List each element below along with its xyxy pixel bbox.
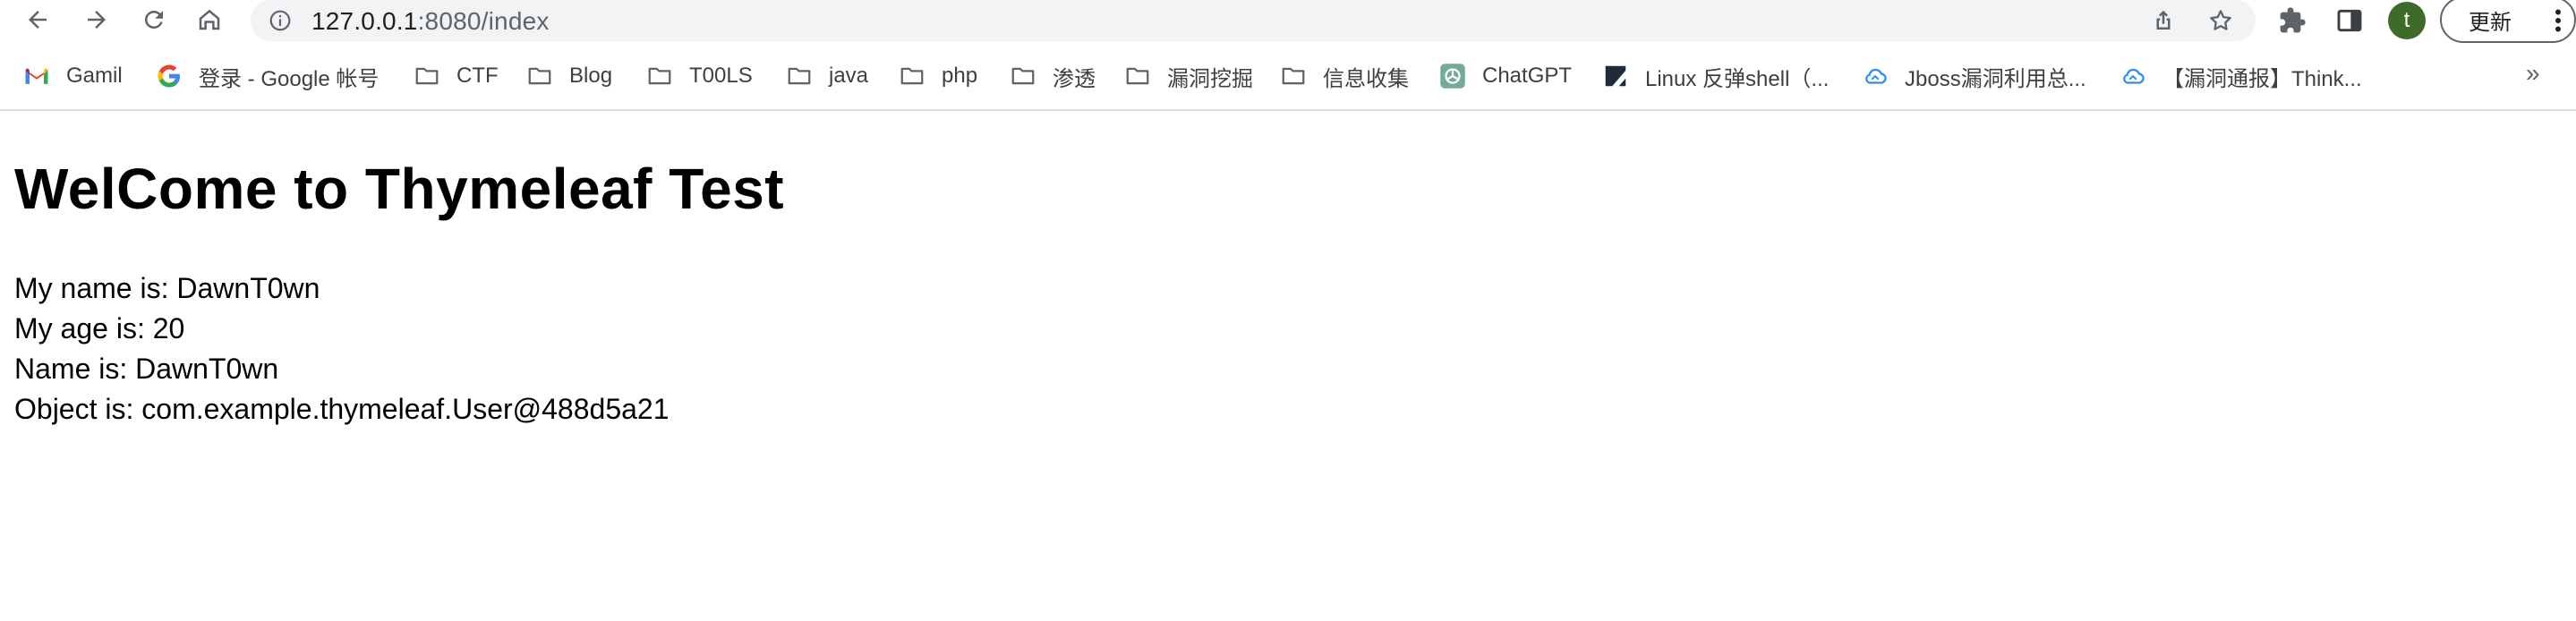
cloud-icon	[2120, 63, 2146, 89]
info-lines: My name is: DawnT0wn My age is: 20 Name …	[14, 268, 670, 430]
page-heading: WelCome to Thymeleaf Test	[14, 157, 785, 221]
cloud-icon	[1862, 63, 1889, 89]
back-arrow-icon	[29, 11, 47, 29]
chatgpt-icon	[1439, 63, 1466, 89]
folder-icon	[786, 63, 813, 89]
side-panel-button[interactable]	[2333, 4, 2367, 38]
star-icon	[2210, 10, 2231, 30]
bookmark-chatgpt[interactable]: ChatGPT	[1439, 59, 1572, 93]
url-path: :8080/index	[417, 7, 550, 35]
linux-site-icon	[1602, 63, 1629, 89]
bookmark-star-button[interactable]	[2205, 5, 2236, 36]
update-button[interactable]: 更新	[2440, 0, 2576, 43]
back-button[interactable]	[20, 2, 55, 38]
bookmark-google-login[interactable]: 登录 - Google 帐号	[156, 59, 379, 93]
bookmark-folder-php[interactable]: php	[899, 59, 977, 93]
toolbar-divider	[0, 109, 2576, 111]
info-line-name-2: Name is: DawnT0wn	[14, 353, 279, 385]
bookmark-label: 渗透	[1053, 66, 1096, 91]
bookmark-label: Linux 反弹shell（...	[1645, 66, 1830, 91]
menu-dots-icon	[2555, 9, 2561, 32]
profile-avatar[interactable]: t	[2388, 2, 2426, 39]
browser-toolbar: 127.0.0.1:8080/index t 更新	[0, 0, 2576, 43]
forward-button[interactable]	[79, 2, 115, 38]
update-label: 更新	[2469, 10, 2512, 35]
bookmark-folder-java[interactable]: java	[786, 59, 868, 93]
url-text[interactable]: 127.0.0.1:8080/index	[311, 7, 550, 36]
puzzle-icon	[2280, 7, 2306, 33]
bookmark-label: Gamil	[66, 64, 123, 88]
bookmark-folder-xinxishouji[interactable]: 信息收集	[1280, 59, 1409, 93]
forward-arrow-icon	[88, 11, 106, 29]
bookmark-label: ChatGPT	[1482, 64, 1573, 88]
folder-icon	[1010, 63, 1036, 89]
more-bookmarks-button[interactable]: »	[2526, 59, 2540, 88]
bookmark-linux-shell[interactable]: Linux 反弹shell（...	[1602, 59, 1829, 93]
folder-icon	[1280, 63, 1307, 89]
extensions-button[interactable]	[2275, 4, 2309, 38]
folder-icon	[526, 63, 553, 89]
bookmark-label: T00LS	[689, 64, 753, 88]
folder-icon	[646, 63, 673, 89]
url-host: 127.0.0.1	[311, 7, 418, 35]
google-icon	[156, 63, 183, 89]
reload-icon	[144, 10, 163, 29]
bookmark-label: 信息收集	[1323, 66, 1409, 91]
info-line-age: My age is: 20	[14, 312, 185, 345]
site-info-icon[interactable]	[269, 9, 292, 32]
bookmark-label: CTF	[456, 64, 499, 88]
info-line-object: Object is: com.example.thymeleaf.User@48…	[14, 393, 670, 425]
folder-icon	[1124, 63, 1151, 89]
bookmark-gamil[interactable]: Gamil	[23, 59, 123, 93]
bookmark-label: php	[942, 64, 978, 88]
bookmark-label: Jboss漏洞利用总...	[1905, 66, 2086, 91]
share-icon	[2156, 10, 2171, 30]
bookmark-label: java	[829, 64, 869, 88]
address-bar[interactable]: 127.0.0.1:8080/index	[251, 0, 2256, 41]
side-panel-icon	[2337, 9, 2362, 32]
home-button[interactable]	[192, 2, 227, 38]
bookmark-jboss[interactable]: Jboss漏洞利用总...	[1862, 59, 2086, 93]
bookmark-folder-t00ls[interactable]: T00LS	[646, 59, 753, 93]
reload-button[interactable]	[136, 2, 172, 38]
home-icon	[199, 9, 220, 30]
bookmark-folder-loudongwajue[interactable]: 漏洞挖掘	[1124, 59, 1253, 93]
bookmark-folder-ctf[interactable]: CTF	[414, 59, 499, 93]
bookmark-label: 登录 - Google 帐号	[199, 66, 380, 91]
folder-icon	[899, 63, 925, 89]
bookmark-think-vuln[interactable]: 【漏洞通报】Think...	[2120, 59, 2362, 93]
gmail-icon	[23, 63, 50, 89]
folder-icon	[414, 63, 440, 89]
bookmark-label: Blog	[569, 64, 613, 88]
bookmark-label: 漏洞挖掘	[1167, 66, 1253, 91]
bookmark-folder-blog[interactable]: Blog	[526, 59, 612, 93]
info-line-name: My name is: DawnT0wn	[14, 272, 320, 304]
share-button[interactable]	[2148, 5, 2179, 36]
bookmarks-bar: Gamil 登录 - Google 帐号 CTF Blog T00LS java…	[0, 55, 2576, 97]
bookmark-label: 【漏洞通报】Think...	[2162, 66, 2362, 91]
bookmark-folder-shentou[interactable]: 渗透	[1010, 59, 1096, 93]
